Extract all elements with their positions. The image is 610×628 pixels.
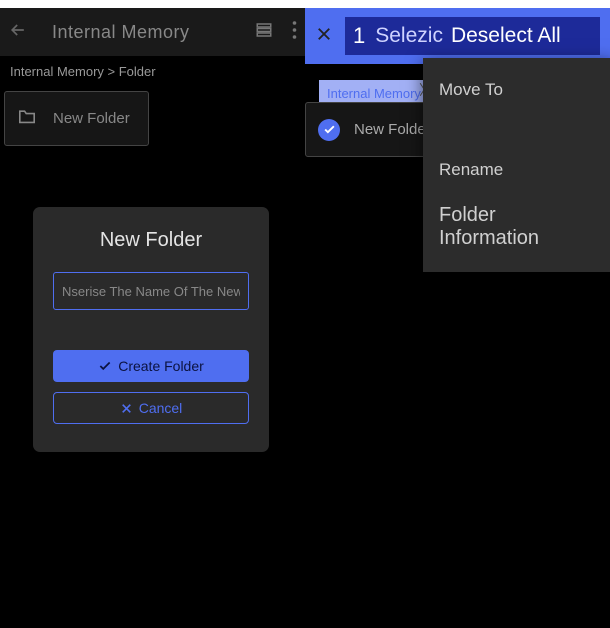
new-folder-dialog: New Folder Create Folder Cancel (33, 207, 269, 452)
selection-count: 1 (353, 23, 365, 49)
back-icon[interactable] (8, 20, 28, 45)
checkmark-icon (318, 119, 340, 141)
menu-item-move[interactable]: Move To (423, 68, 610, 112)
left-screenshot: Internal Memory Internal Memory > Folder… (0, 8, 305, 146)
list-view-icon[interactable] (254, 21, 274, 44)
folder-icon (17, 108, 37, 129)
more-icon[interactable] (292, 21, 297, 44)
folder-label: New Folder (53, 110, 130, 127)
cancel-label: Cancel (139, 400, 183, 416)
app-bar: Internal Memory (0, 8, 305, 56)
create-folder-button[interactable]: Create Folder (53, 350, 249, 382)
top-spacer (0, 0, 610, 8)
app-title: Internal Memory (52, 22, 190, 43)
dialog-title: New Folder (53, 229, 249, 252)
context-menu: Move To Rename Folder Information (423, 58, 610, 272)
menu-item-rename[interactable]: Rename (423, 148, 610, 192)
menu-item-info[interactable]: Folder Information (423, 192, 610, 262)
breadcrumb[interactable]: Internal Memory > Folder (0, 56, 305, 87)
selection-highlight: 1 Selezic Deselect All (345, 17, 600, 55)
deselect-all-button[interactable]: Deselect All (451, 24, 561, 48)
selection-header: 1 Selezic Deselect All (305, 8, 610, 64)
right-screenshot: 1 Selezic Deselect All Internal Memory 〉… (305, 8, 610, 64)
folder-label: New Folder (354, 121, 431, 138)
close-icon[interactable] (315, 25, 333, 48)
folder-item[interactable]: New Folder (4, 91, 149, 146)
folder-label-wrapper: New Folder (354, 121, 431, 138)
selection-text: Selezic (375, 24, 443, 48)
cancel-button[interactable]: Cancel (53, 392, 249, 424)
folder-name-input[interactable] (53, 272, 249, 310)
create-folder-label: Create Folder (118, 358, 204, 374)
